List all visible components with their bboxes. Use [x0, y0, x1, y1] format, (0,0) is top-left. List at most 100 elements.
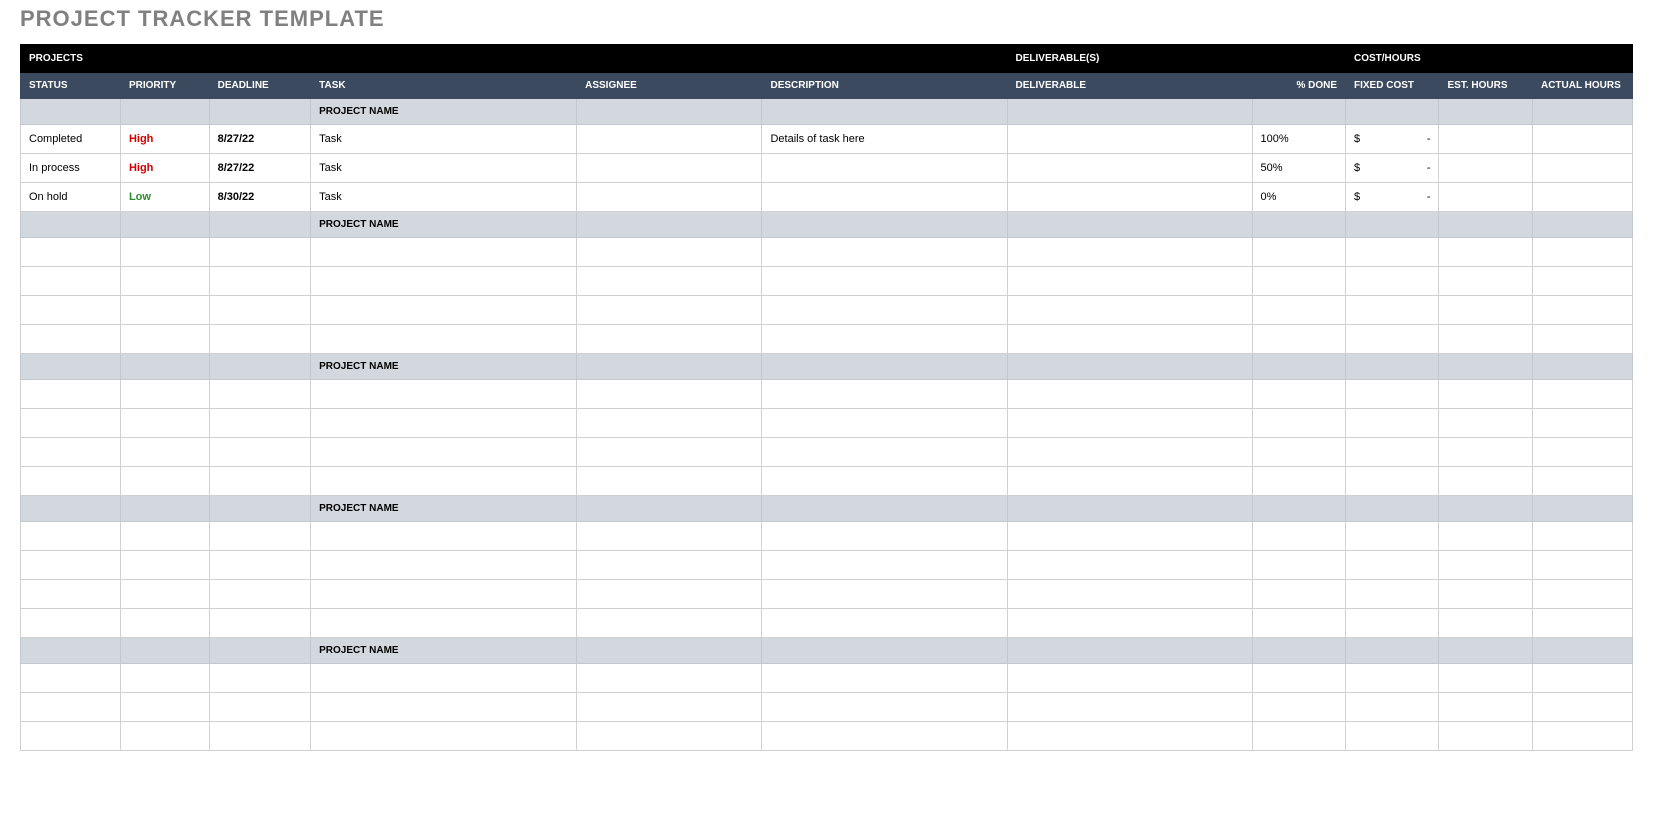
cell-actual-hours[interactable]: [1532, 267, 1632, 296]
cell-est-hours[interactable]: [1439, 267, 1532, 296]
cell-deliverable[interactable]: [1007, 664, 1252, 693]
cell-assignee[interactable]: [577, 522, 762, 551]
cell-task[interactable]: [311, 325, 577, 354]
cell-fixed-cost[interactable]: [1346, 325, 1439, 354]
cell-description[interactable]: [762, 183, 1007, 212]
cell-priority[interactable]: [120, 325, 209, 354]
cell-deadline[interactable]: [209, 522, 311, 551]
cell-status[interactable]: [21, 551, 121, 580]
cell-deliverable[interactable]: [1007, 380, 1252, 409]
cell-description[interactable]: [762, 238, 1007, 267]
cell-task[interactable]: [311, 722, 577, 751]
cell-deadline[interactable]: [209, 380, 311, 409]
cell-status[interactable]: In process: [21, 154, 121, 183]
cell-deadline[interactable]: 8/27/22: [209, 125, 311, 154]
cell-assignee[interactable]: [577, 183, 762, 212]
cell-actual-hours[interactable]: [1532, 183, 1632, 212]
cell-pct-done[interactable]: 100%: [1252, 125, 1345, 154]
cell-priority[interactable]: [120, 409, 209, 438]
cell-est-hours[interactable]: [1439, 522, 1532, 551]
cell-deliverable[interactable]: [1007, 609, 1252, 638]
cell-actual-hours[interactable]: [1532, 693, 1632, 722]
cell-deliverable[interactable]: [1007, 551, 1252, 580]
cell-assignee[interactable]: [577, 380, 762, 409]
cell-assignee[interactable]: [577, 693, 762, 722]
cell-status[interactable]: [21, 722, 121, 751]
cell-fixed-cost[interactable]: [1346, 238, 1439, 267]
cell-fixed-cost[interactable]: [1346, 522, 1439, 551]
cell-task[interactable]: [311, 664, 577, 693]
cell-task[interactable]: [311, 438, 577, 467]
cell-fixed-cost[interactable]: [1346, 609, 1439, 638]
cell-fixed-cost[interactable]: [1346, 296, 1439, 325]
cell-status[interactable]: [21, 580, 121, 609]
cell-est-hours[interactable]: [1439, 125, 1532, 154]
cell-priority[interactable]: [120, 693, 209, 722]
cell-assignee[interactable]: [577, 154, 762, 183]
cell-priority[interactable]: [120, 609, 209, 638]
cell-assignee[interactable]: [577, 296, 762, 325]
cell-priority[interactable]: [120, 722, 209, 751]
cell-deliverable[interactable]: [1007, 409, 1252, 438]
cell-priority[interactable]: [120, 467, 209, 496]
cell-deadline[interactable]: [209, 267, 311, 296]
cell-pct-done[interactable]: [1252, 722, 1345, 751]
cell-description[interactable]: [762, 551, 1007, 580]
cell-deadline[interactable]: [209, 664, 311, 693]
cell-task[interactable]: [311, 238, 577, 267]
cell-pct-done[interactable]: [1252, 238, 1345, 267]
cell-task[interactable]: [311, 409, 577, 438]
cell-assignee[interactable]: [577, 664, 762, 693]
cell-actual-hours[interactable]: [1532, 380, 1632, 409]
cell-description[interactable]: [762, 409, 1007, 438]
cell-fixed-cost[interactable]: [1346, 580, 1439, 609]
cell-fixed-cost[interactable]: $-: [1346, 154, 1439, 183]
cell-actual-hours[interactable]: [1532, 438, 1632, 467]
cell-est-hours[interactable]: [1439, 438, 1532, 467]
cell-fixed-cost[interactable]: $-: [1346, 125, 1439, 154]
cell-est-hours[interactable]: [1439, 409, 1532, 438]
cell-task[interactable]: Task: [311, 154, 577, 183]
cell-est-hours[interactable]: [1439, 183, 1532, 212]
cell-priority[interactable]: [120, 267, 209, 296]
cell-pct-done[interactable]: [1252, 296, 1345, 325]
cell-status[interactable]: On hold: [21, 183, 121, 212]
cell-status[interactable]: [21, 693, 121, 722]
cell-assignee[interactable]: [577, 609, 762, 638]
cell-deliverable[interactable]: [1007, 154, 1252, 183]
cell-task[interactable]: [311, 609, 577, 638]
cell-deliverable[interactable]: [1007, 296, 1252, 325]
cell-deliverable[interactable]: [1007, 125, 1252, 154]
cell-pct-done[interactable]: [1252, 438, 1345, 467]
cell-pct-done[interactable]: [1252, 693, 1345, 722]
cell-pct-done[interactable]: [1252, 409, 1345, 438]
cell-status[interactable]: [21, 438, 121, 467]
cell-pct-done[interactable]: [1252, 467, 1345, 496]
cell-task[interactable]: [311, 551, 577, 580]
cell-task[interactable]: [311, 522, 577, 551]
cell-deliverable[interactable]: [1007, 238, 1252, 267]
cell-fixed-cost[interactable]: [1346, 693, 1439, 722]
cell-description[interactable]: [762, 325, 1007, 354]
cell-description[interactable]: [762, 580, 1007, 609]
cell-deadline[interactable]: [209, 551, 311, 580]
cell-deadline[interactable]: [209, 438, 311, 467]
cell-priority[interactable]: [120, 580, 209, 609]
cell-task[interactable]: [311, 580, 577, 609]
cell-actual-hours[interactable]: [1532, 467, 1632, 496]
cell-status[interactable]: [21, 296, 121, 325]
cell-pct-done[interactable]: [1252, 267, 1345, 296]
cell-priority[interactable]: [120, 296, 209, 325]
cell-status[interactable]: Completed: [21, 125, 121, 154]
cell-assignee[interactable]: [577, 238, 762, 267]
cell-pct-done[interactable]: 0%: [1252, 183, 1345, 212]
cell-deadline[interactable]: [209, 325, 311, 354]
cell-task[interactable]: [311, 380, 577, 409]
cell-priority[interactable]: [120, 380, 209, 409]
cell-status[interactable]: [21, 238, 121, 267]
cell-assignee[interactable]: [577, 580, 762, 609]
cell-deadline[interactable]: [209, 296, 311, 325]
cell-assignee[interactable]: [577, 722, 762, 751]
cell-priority[interactable]: [120, 438, 209, 467]
cell-deliverable[interactable]: [1007, 580, 1252, 609]
